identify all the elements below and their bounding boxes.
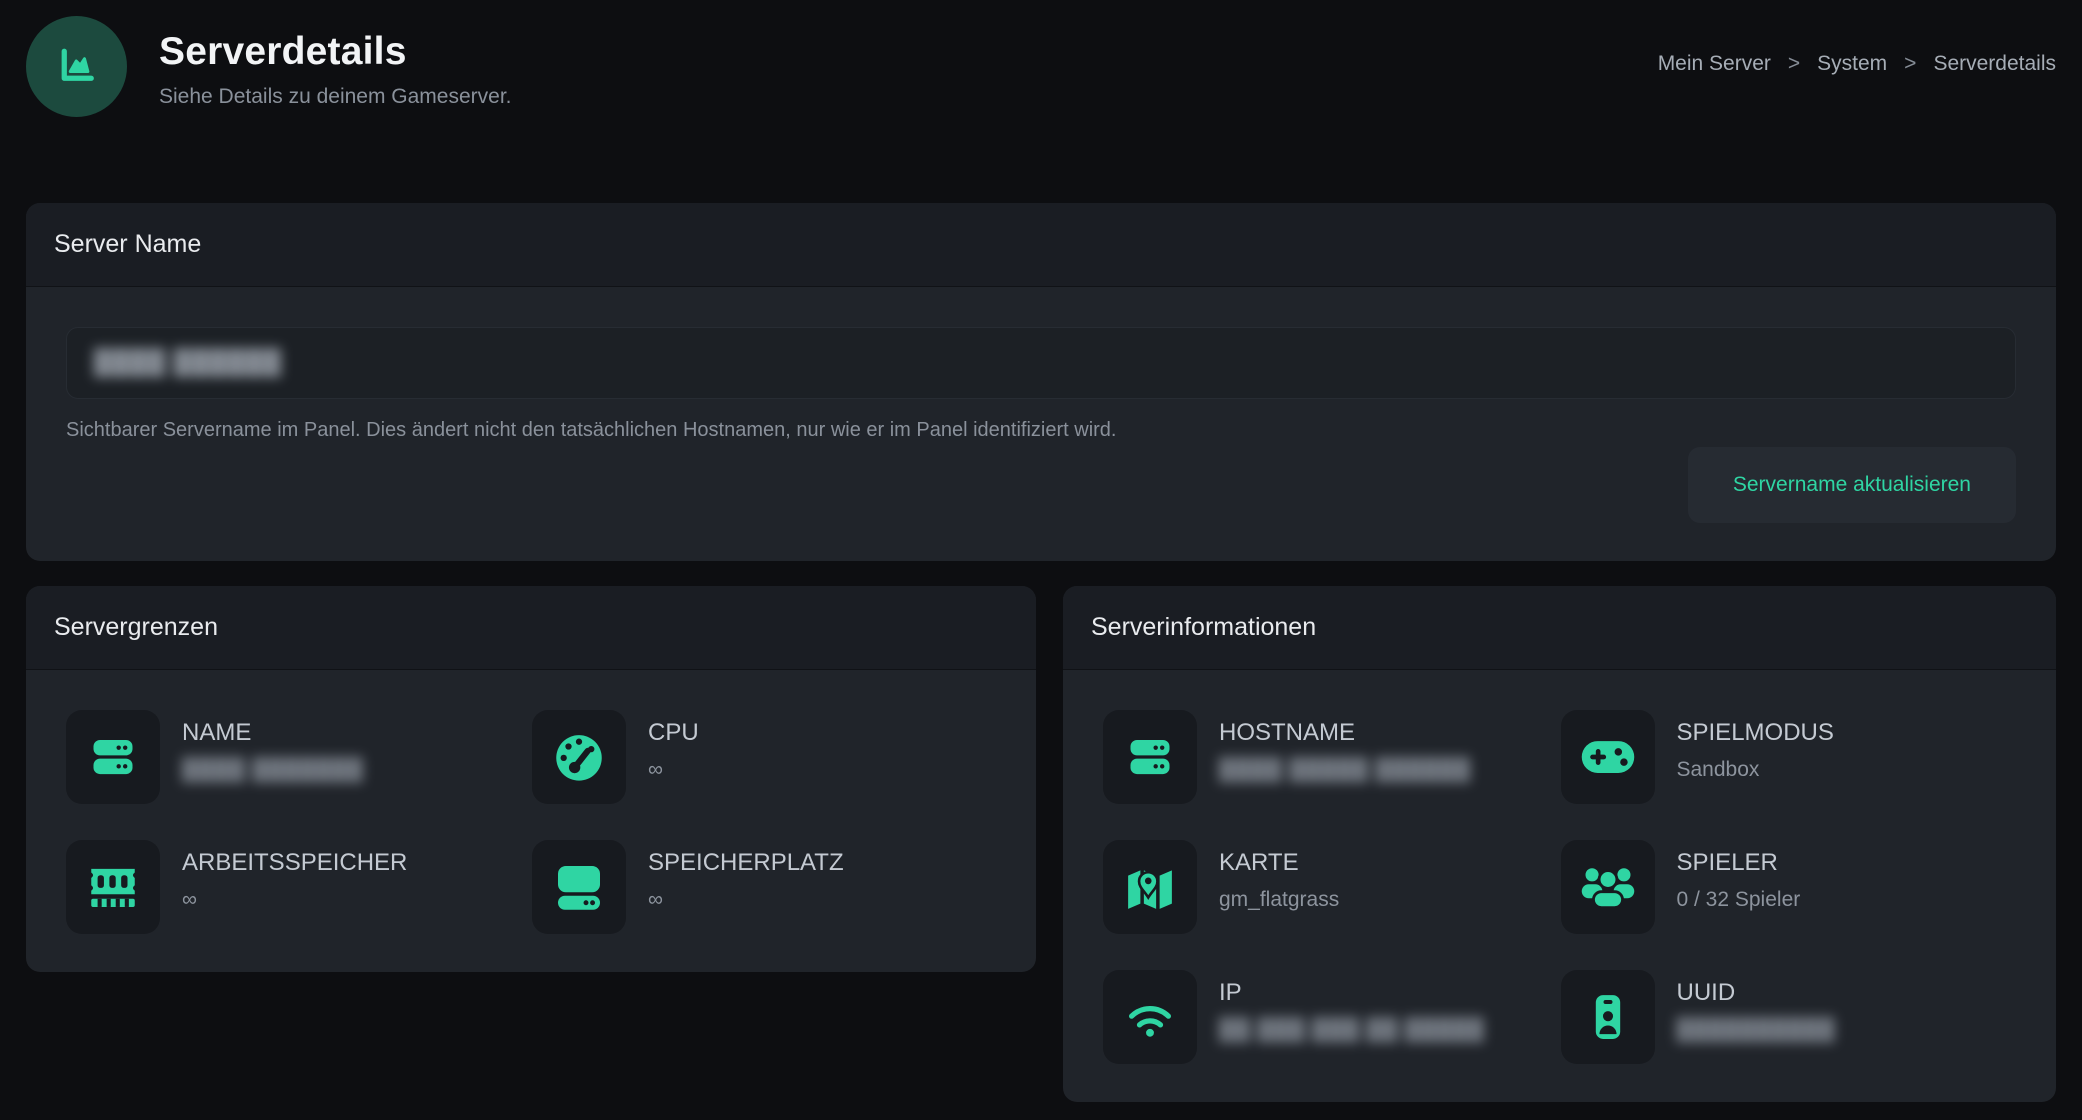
server-info-card: Serverinformationen HOSTNAME <box>1063 586 2056 1102</box>
stat-value: ██.███.███.██:█████ <box>1219 1018 1485 1042</box>
wifi-icon <box>1122 989 1178 1045</box>
page-title: Serverdetails <box>159 30 512 74</box>
page-header: Serverdetails Siehe Details zu deinem Ga… <box>0 0 2082 117</box>
stat-value: 0 / 32 Spieler <box>1677 888 1801 912</box>
stat-disk-icon-box <box>532 840 626 934</box>
chart-area-icon <box>53 43 101 91</box>
breadcrumb-separator: > <box>1904 52 1916 76</box>
stat-hostname-icon-box <box>1103 710 1197 804</box>
gamepad-icon <box>1578 727 1638 787</box>
page-subtitle: Siehe Details zu deinem Gameserver. <box>159 85 512 109</box>
memory-icon <box>84 858 142 916</box>
server-name-input[interactable]: ████ ██████ <box>66 327 2016 399</box>
stat-value: ∞ <box>182 888 407 912</box>
server-name-card-title: Server Name <box>54 230 201 259</box>
users-icon <box>1578 857 1638 917</box>
stat-label: KARTE <box>1219 849 1339 877</box>
stat-ip: IP ██.███.███.██:█████ <box>1103 970 1561 1064</box>
server-limits-card-header: Servergrenzen <box>26 586 1036 670</box>
breadcrumb: Mein Server > System > Serverdetails <box>1658 16 2056 76</box>
stat-map: KARTE gm_flatgrass <box>1103 840 1561 934</box>
map-icon <box>1122 859 1178 915</box>
stat-label: CPU <box>648 719 699 747</box>
stat-memory-icon-box <box>66 840 160 934</box>
stat-label: UUID <box>1677 979 1836 1007</box>
stat-uuid: UUID ██████████ <box>1561 970 2019 1064</box>
stat-label: HOSTNAME <box>1219 719 1471 747</box>
stat-value: gm_flatgrass <box>1219 888 1339 912</box>
stat-gamemode-icon-box <box>1561 710 1655 804</box>
gauge-icon <box>551 729 607 785</box>
stat-map-icon-box <box>1103 840 1197 934</box>
stat-name-icon-box <box>66 710 160 804</box>
stat-uuid-icon-box <box>1561 970 1655 1064</box>
stat-label: SPIELMODUS <box>1677 719 1834 747</box>
breadcrumb-separator: > <box>1788 52 1800 76</box>
stat-ip-icon-box <box>1103 970 1197 1064</box>
stat-cpu: CPU ∞ <box>532 710 998 804</box>
harddrive-icon <box>551 859 607 915</box>
idcard-icon <box>1582 991 1634 1043</box>
stat-label: ARBEITSSPEICHER <box>182 849 407 877</box>
stat-value: Sandbox <box>1677 758 1834 782</box>
stat-label: NAME <box>182 719 364 747</box>
stat-gamemode: SPIELMODUS Sandbox <box>1561 710 2019 804</box>
server-icon <box>1124 731 1176 783</box>
stat-value: ████ ███████ <box>182 758 364 782</box>
stat-value: ∞ <box>648 888 844 912</box>
page-avatar <box>26 16 127 117</box>
update-servername-button[interactable]: Servername aktualisieren <box>1688 447 2016 523</box>
stat-cpu-icon-box <box>532 710 626 804</box>
stat-name: NAME ████ ███████ <box>66 710 532 804</box>
server-name-input-value: ████ ██████ <box>94 349 282 377</box>
stat-label: SPIELER <box>1677 849 1801 877</box>
stat-memory: ARBEITSSPEICHER ∞ <box>66 840 532 934</box>
server-name-card: Server Name ████ ██████ Sichtbarer Serve… <box>26 203 2056 561</box>
breadcrumb-item-serverdetails[interactable]: Serverdetails <box>1933 52 2056 76</box>
server-icon <box>87 731 139 783</box>
stat-hostname: HOSTNAME ████ █████ ██████ <box>1103 710 1561 804</box>
breadcrumb-item-mein-server[interactable]: Mein Server <box>1658 52 1771 76</box>
server-info-card-header: Serverinformationen <box>1063 586 2056 670</box>
server-limits-card-title: Servergrenzen <box>54 613 218 642</box>
server-info-card-title: Serverinformationen <box>1091 613 1316 642</box>
stat-value: ████ █████ ██████ <box>1219 758 1471 782</box>
stat-value: ██████████ <box>1677 1018 1836 1042</box>
stat-label: IP <box>1219 979 1485 1007</box>
stat-players-icon-box <box>1561 840 1655 934</box>
stat-label: SPEICHERPLATZ <box>648 849 844 877</box>
stat-disk: SPEICHERPLATZ ∞ <box>532 840 998 934</box>
server-name-help-text: Sichtbarer Servername im Panel. Dies änd… <box>66 419 2016 442</box>
stat-value: ∞ <box>648 758 699 782</box>
stat-players: SPIELER 0 / 32 Spieler <box>1561 840 2019 934</box>
breadcrumb-item-system[interactable]: System <box>1817 52 1887 76</box>
server-limits-card: Servergrenzen NAME ████ ███ <box>26 586 1036 972</box>
server-name-card-header: Server Name <box>26 203 2056 287</box>
